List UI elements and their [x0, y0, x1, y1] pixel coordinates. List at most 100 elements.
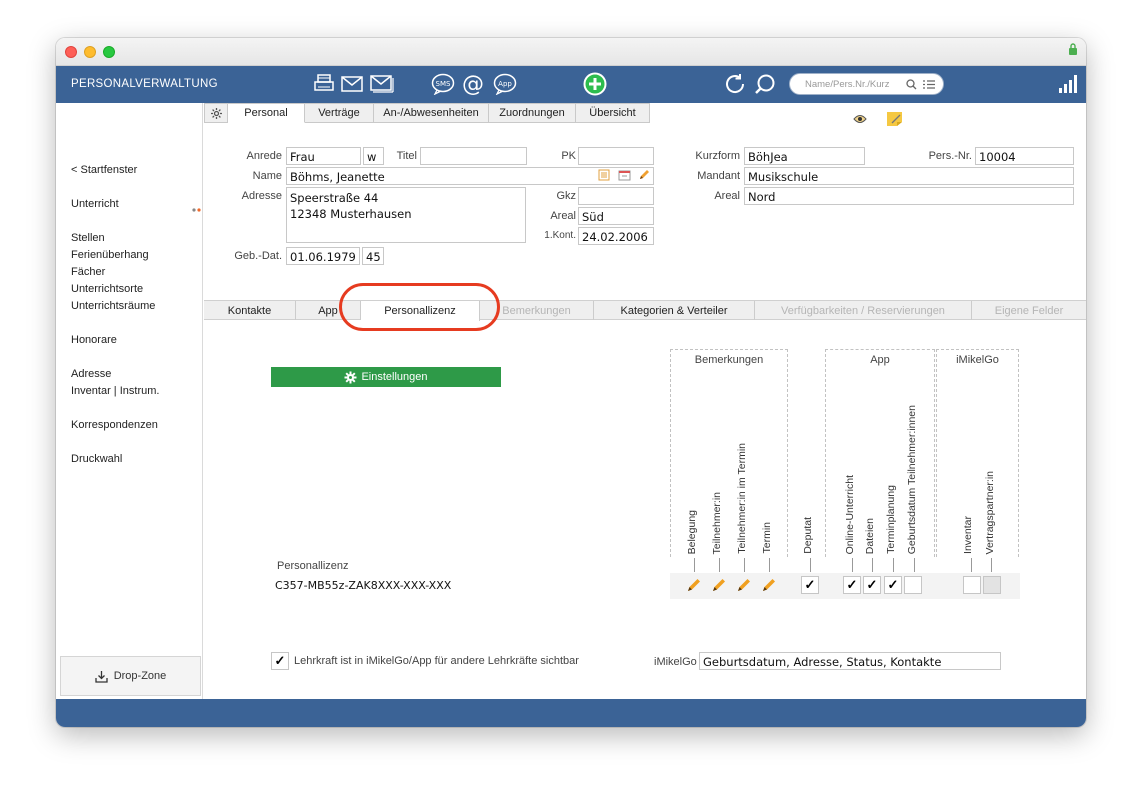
pencil-icon[interactable] [760, 576, 778, 594]
sms-icon[interactable]: SMS [430, 72, 456, 96]
sidebar-item-honorare[interactable]: Honorare [71, 334, 117, 346]
sidebar-item-inventar[interactable]: Inventar | Instrum. [71, 385, 159, 397]
column-tick [769, 558, 770, 572]
tab-kontakte[interactable]: Kontakte [204, 301, 296, 320]
status-footer [56, 699, 1086, 727]
column-terminplanung: Terminplanung [885, 485, 897, 554]
pencil-icon[interactable] [710, 576, 728, 594]
minimize-window-button[interactable] [84, 46, 96, 58]
column-teilnehmer-im-termin: Teilnehmer:in im Termin [736, 443, 748, 554]
list-doc-icon[interactable] [598, 169, 610, 184]
sidebar-item-faecher[interactable]: Fächer [71, 266, 105, 278]
sidebar-item-stellen[interactable]: Stellen [71, 232, 105, 244]
tab-settings-gear[interactable] [204, 103, 228, 123]
anrede-label: Anrede [246, 150, 282, 162]
lock-icon [1069, 43, 1077, 55]
titel-label: Titel [396, 150, 417, 162]
sidebar-item-unterrichtsorte[interactable]: Unterrichtsorte [71, 283, 143, 295]
sidebar-item-unterricht[interactable]: Unterricht [71, 198, 119, 210]
areal-field[interactable]: Süd [578, 207, 654, 225]
tab-abwesenheiten[interactable]: An-/Abwesenheiten [374, 103, 489, 123]
sidebar-item-adresse[interactable]: Adresse [71, 368, 111, 380]
refresh-icon[interactable] [722, 72, 748, 96]
areal2-field[interactable]: Nord [744, 187, 1074, 205]
tab-uebersicht[interactable]: Übersicht [576, 103, 650, 123]
group-bemerkungen-title: Bemerkungen [694, 354, 764, 366]
imikelgo-label: iMikelGo [654, 656, 697, 668]
add-icon[interactable] [582, 72, 608, 96]
column-tick [719, 558, 720, 572]
kont-field[interactable]: 24.02.2006 [578, 227, 654, 245]
calendar-icon[interactable] [618, 169, 631, 184]
column-deputat: Deputat [802, 517, 814, 554]
areal2-label: Areal [714, 190, 740, 202]
close-window-button[interactable] [65, 46, 77, 58]
app-window: PERSONALVERWALTUNG SMS @ App Name/Pers.N… [56, 38, 1086, 727]
tab-personal[interactable]: Personal [228, 103, 305, 123]
list-icon[interactable] [923, 79, 935, 90]
search-icon[interactable] [752, 72, 778, 96]
checkbox-geburtsdatum[interactable] [904, 576, 922, 594]
adresse-label: Adresse [241, 190, 282, 202]
tab-zuordnungen[interactable]: Zuordnungen [489, 103, 576, 123]
group-app: App [825, 349, 935, 557]
license-label: Personallizenz [277, 560, 349, 572]
svg-text:App: App [498, 80, 512, 88]
imikelgo-field[interactable]: Geburtsdatum, Adresse, Status, Kontakte [699, 652, 1001, 670]
checkbox-inventar[interactable] [963, 576, 981, 594]
checkbox-dateien[interactable]: ✓ [863, 576, 881, 594]
app-message-icon[interactable]: App [492, 72, 518, 96]
pencil-icon[interactable] [685, 576, 703, 594]
kurzform-field[interactable]: BöhJea [744, 147, 865, 165]
kont-label: 1.Kont. [544, 230, 576, 241]
column-tick [694, 558, 695, 572]
checkbox-deputat[interactable]: ✓ [801, 576, 819, 594]
visibility-checkbox[interactable]: ✓ [271, 652, 289, 670]
sticky-note-icon[interactable] [886, 111, 903, 130]
printer-icon[interactable] [311, 72, 337, 96]
visibility-label: Lehrkraft ist in iMikelGo/App für andere… [294, 655, 579, 667]
checkbox-terminplanung[interactable]: ✓ [884, 576, 902, 594]
pencil-icon[interactable] [735, 576, 753, 594]
titel-field[interactable] [420, 147, 527, 165]
pk-field[interactable] [578, 147, 654, 165]
mail-icon[interactable] [339, 72, 365, 96]
column-tick [914, 558, 915, 572]
tab-verfuegbarkeiten[interactable]: Verfügbarkeiten / Reservierungen [755, 301, 972, 320]
tab-vertraege[interactable]: Verträge [305, 103, 374, 123]
eye-icon[interactable] [853, 114, 867, 127]
download-tray-icon [95, 670, 108, 683]
search-placeholder: Name/Pers.Nr./Kurz [805, 79, 890, 90]
settings-button-label: Einstellungen [361, 371, 428, 383]
checkbox-online-unterricht[interactable]: ✓ [843, 576, 861, 594]
column-tick [852, 558, 853, 572]
mandant-field[interactable]: Musikschule [744, 167, 1074, 185]
sidebar-item-startfenster[interactable]: < Startfenster [71, 164, 137, 176]
adresse-field[interactable]: Speerstraße 44 12348 Musterhausen [286, 187, 526, 243]
sidebar-item-ferienueberhang[interactable]: Ferienüberhang [71, 249, 149, 261]
sidebar-item-druckwahl[interactable]: Druckwahl [71, 453, 122, 465]
gebdat-field[interactable]: 01.06.1979 [286, 247, 360, 265]
pencil-edit-icon[interactable] [638, 168, 651, 184]
column-tick [971, 558, 972, 572]
search-input[interactable]: Name/Pers.Nr./Kurz [789, 73, 944, 95]
tab-kategorien-verteiler[interactable]: Kategorien & Verteiler [594, 301, 755, 320]
search-field-icon [906, 79, 917, 90]
anrede-field[interactable]: Frau [286, 147, 361, 165]
drop-zone[interactable]: Drop-Zone [60, 656, 201, 696]
at-email-icon[interactable]: @ [460, 72, 486, 96]
persnr-field[interactable]: 10004 [975, 147, 1074, 165]
notification-dots-icon [192, 203, 201, 212]
adresse-line1: Speerstraße 44 [290, 191, 379, 205]
group-imikelgo: iMikelGo [936, 349, 1019, 557]
zoom-window-button[interactable] [103, 46, 115, 58]
gear-icon [344, 371, 357, 383]
sidebar-item-unterrichtsraeume[interactable]: Unterrichtsräume [71, 300, 155, 312]
gkz-field[interactable] [578, 187, 654, 205]
column-tick [872, 558, 873, 572]
settings-button[interactable]: Einstellungen [271, 367, 501, 387]
tab-eigene-felder[interactable]: Eigene Felder [972, 301, 1086, 320]
sidebar-item-korrespondenzen[interactable]: Korrespondenzen [71, 419, 158, 431]
checkbox-vertragspartner[interactable] [983, 576, 1001, 594]
mail-multiple-icon[interactable] [369, 72, 395, 96]
